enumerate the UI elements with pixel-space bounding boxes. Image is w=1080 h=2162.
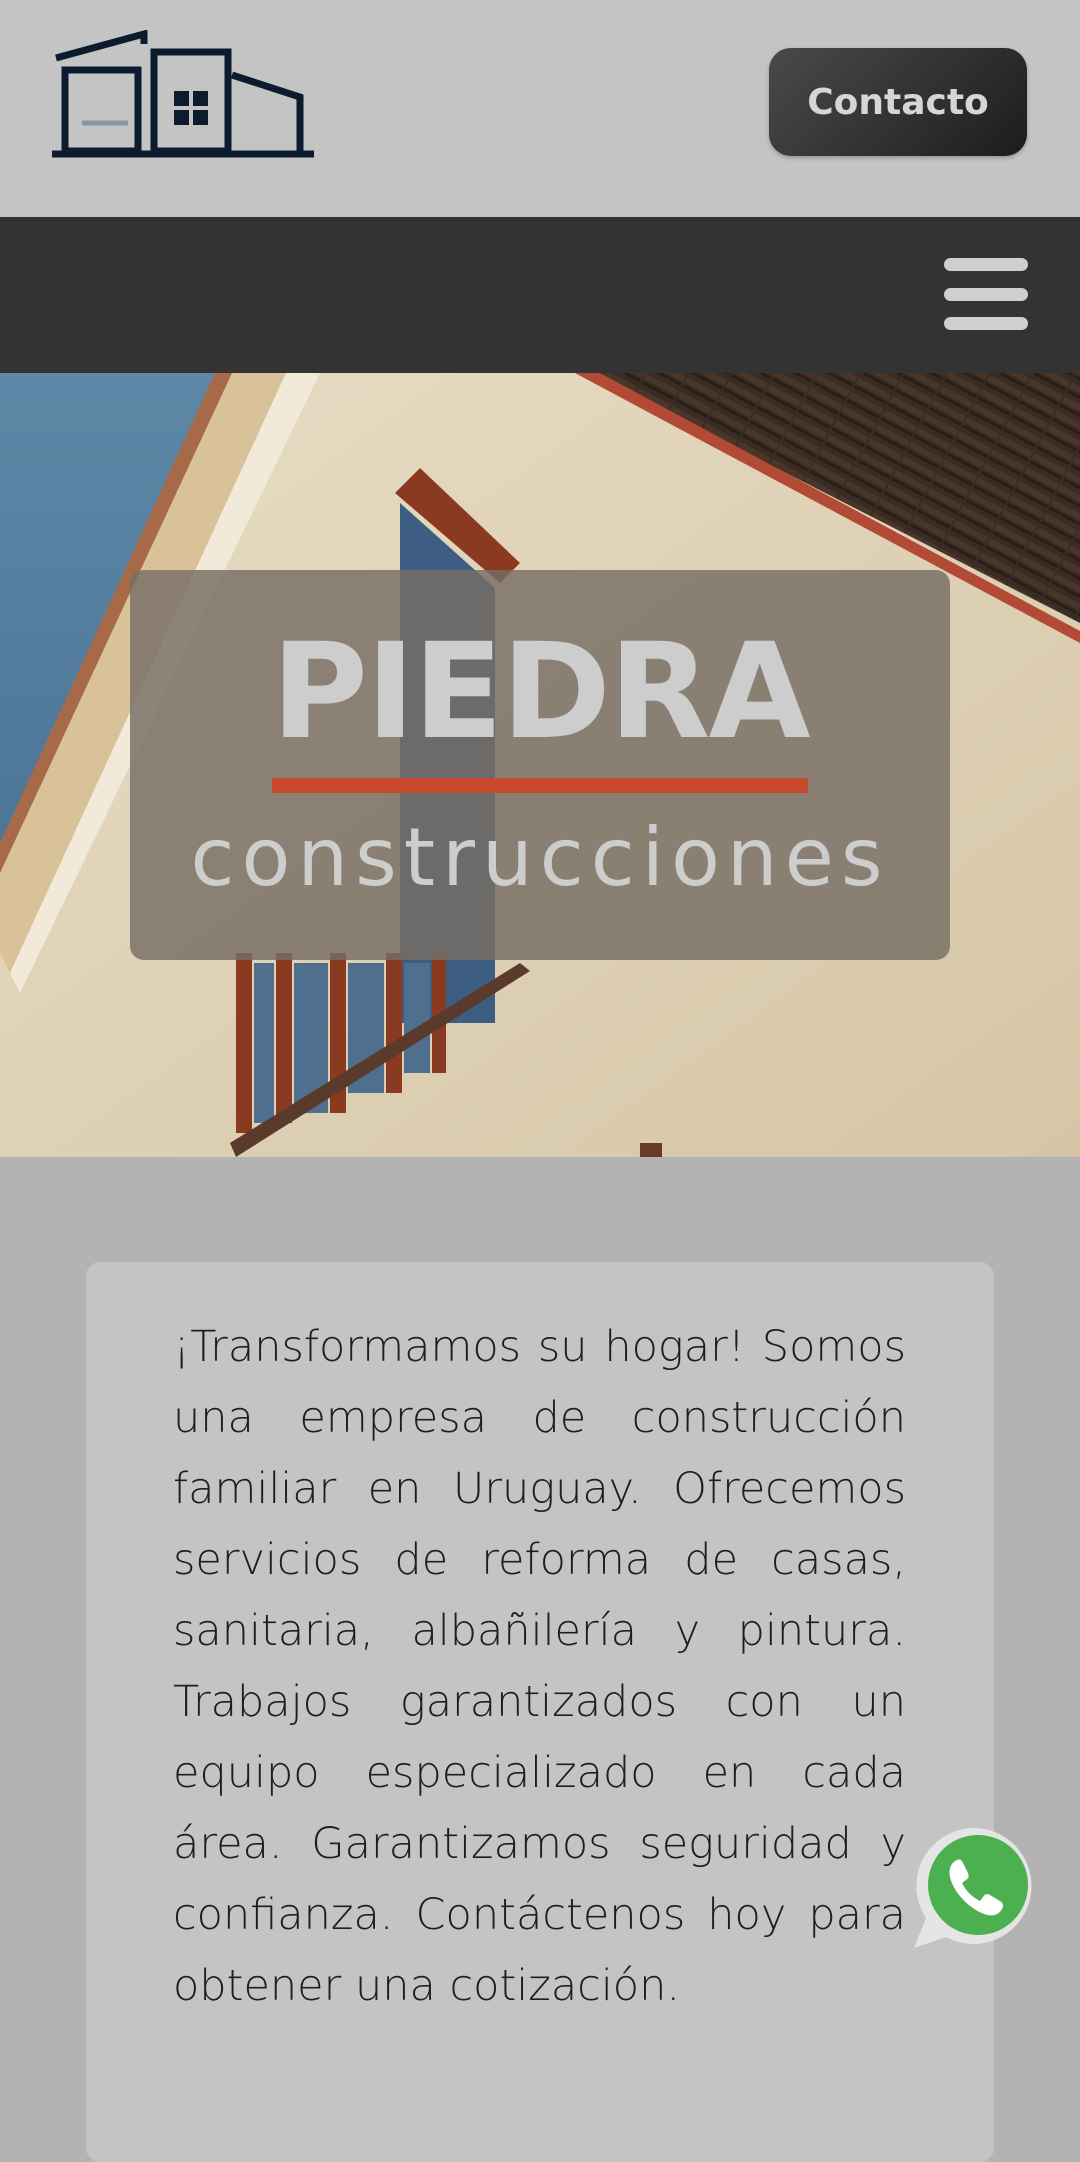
contact-button[interactable]: Contacto <box>769 48 1027 156</box>
about-text: ¡Transformamos su hogar! Somos una empre… <box>173 1322 906 2011</box>
nav-bar <box>0 217 1080 373</box>
house-logo-icon[interactable] <box>52 30 317 158</box>
about-card: ¡Transformamos su hogar! Somos una empre… <box>86 1262 994 2162</box>
brand-subtitle: construcciones <box>190 811 890 904</box>
hero-banner: PIEDRA construcciones <box>0 373 1080 1157</box>
hero-brand-card: PIEDRA construcciones <box>130 570 950 960</box>
top-header: Contacto <box>0 0 1080 217</box>
brand-underline <box>272 778 808 793</box>
hamburger-menu-icon[interactable] <box>944 258 1028 330</box>
whatsapp-icon[interactable] <box>910 1822 1042 1954</box>
brand-title: PIEDRA <box>271 615 810 769</box>
